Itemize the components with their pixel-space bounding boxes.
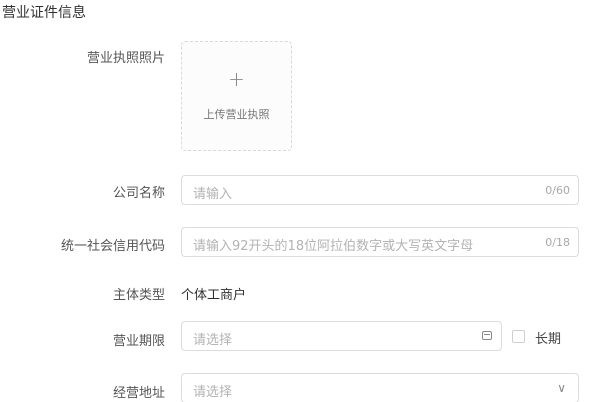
upload-license-text: 上传营业执照 [203, 108, 270, 121]
business-address-select[interactable]: 请选择 ∨ [181, 373, 579, 402]
business-term-picker[interactable]: 请选择 [181, 321, 502, 351]
plus-icon: + [228, 67, 245, 91]
business-term-placeholder: 请选择 [193, 333, 233, 348]
entity-type-label: 主体类型 [112, 288, 165, 303]
business-address-placeholder: 请选择 [193, 385, 233, 400]
business-license-form: 营业证件信息 营业执照照片 + 上传营业执照 公司名称 请输入 0/60 统一社… [0, 0, 600, 402]
company-name-counter: 0/60 [545, 184, 570, 197]
credit-code-label: 统一社会信用代码 [60, 239, 165, 254]
entity-type-value: 个体工商户 [181, 288, 247, 303]
credit-code-input[interactable]: 请输入92开头的18位阿拉伯数字或大写英文字母 0/18 [181, 227, 579, 257]
license-photo-label: 营业执照照片 [86, 51, 165, 66]
company-name-placeholder: 请输入 [193, 187, 233, 202]
chevron-down-icon[interactable]: ∨ [557, 381, 566, 395]
calendar-icon[interactable] [482, 331, 492, 340]
long-term-label[interactable]: 长期 [535, 328, 561, 347]
business-term-label: 营业期限 [112, 334, 165, 349]
credit-code-counter: 0/18 [545, 236, 570, 249]
company-name-input[interactable]: 请输入 0/60 [181, 175, 579, 205]
business-address-label: 经营地址 [112, 386, 165, 401]
credit-code-placeholder: 请输入92开头的18位阿拉伯数字或大写英文字母 [193, 239, 474, 254]
long-term-checkbox[interactable] [512, 330, 525, 343]
section-title: 营业证件信息 [2, 5, 86, 21]
company-name-label: 公司名称 [112, 186, 165, 201]
license-upload-box[interactable]: + 上传营业执照 [181, 41, 292, 151]
